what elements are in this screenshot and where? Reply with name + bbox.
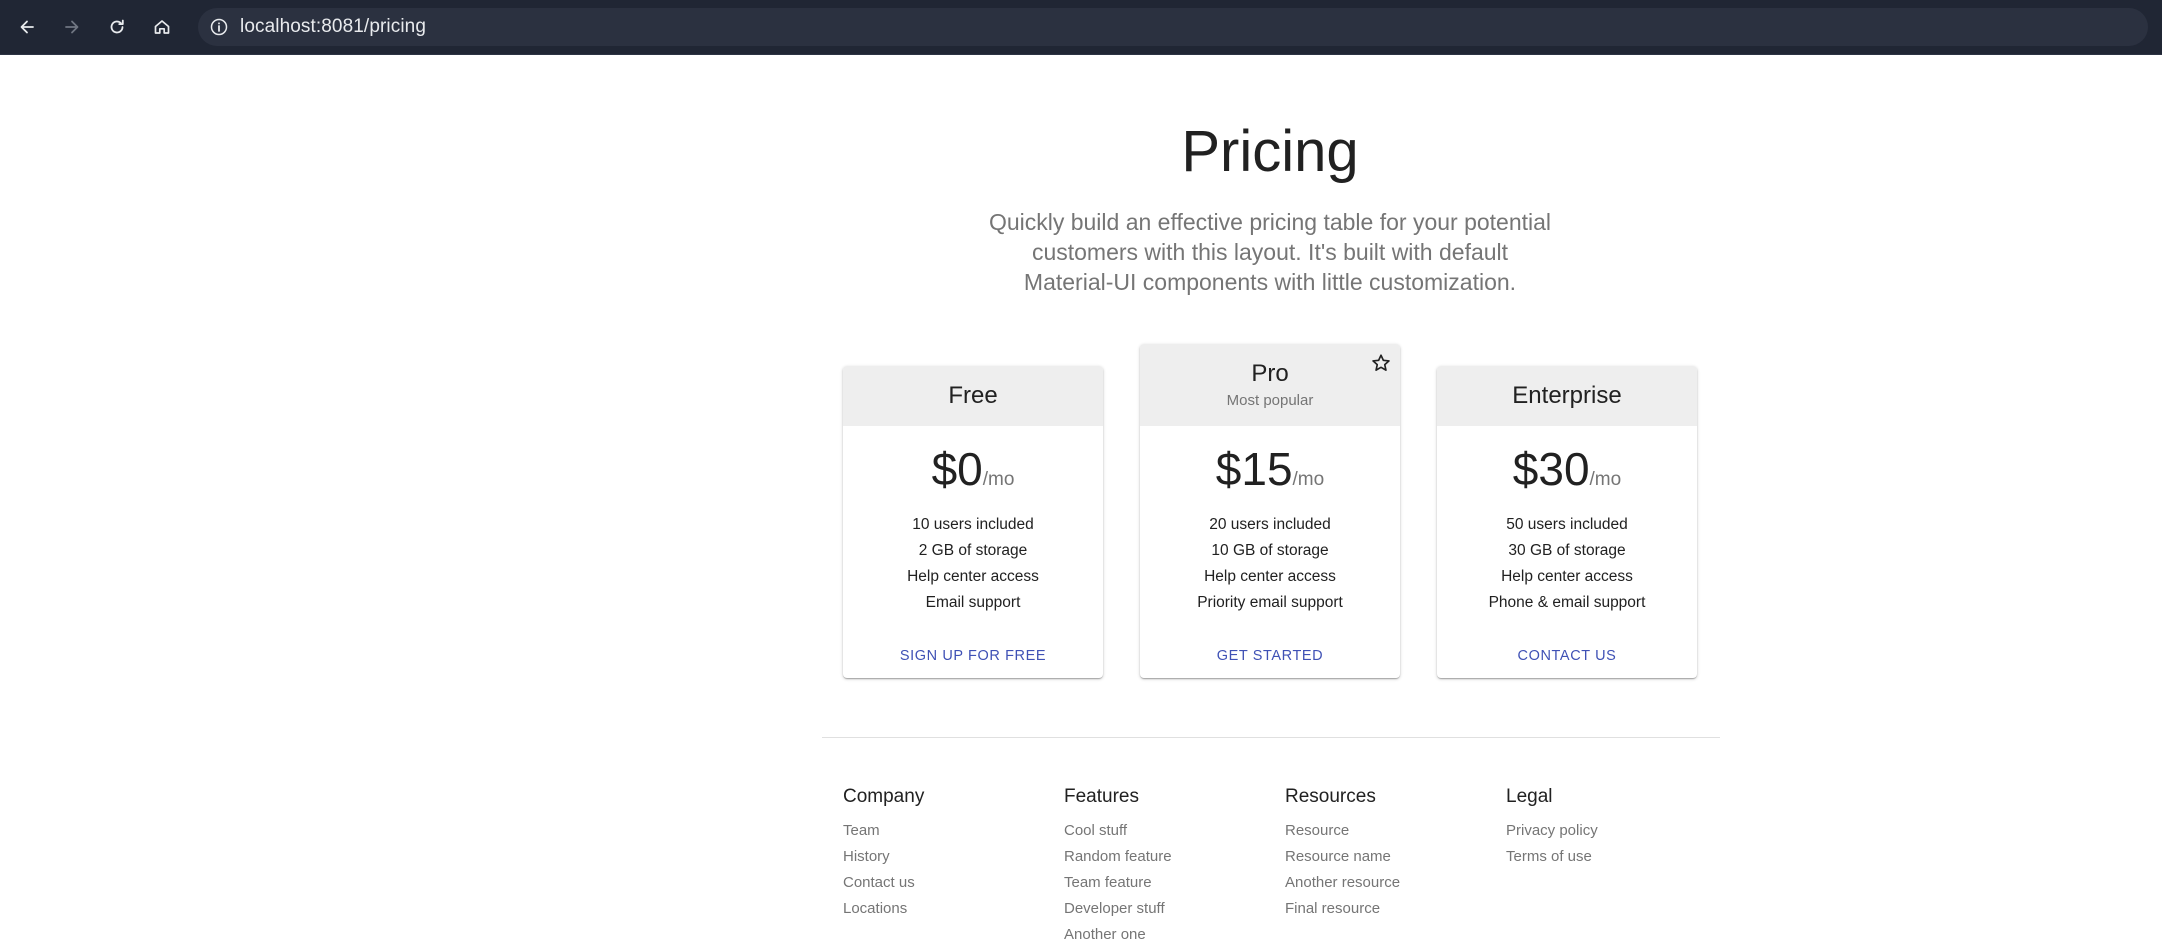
arrow-left-icon bbox=[20, 20, 34, 34]
feature-item: Help center access bbox=[907, 568, 1039, 585]
card-price: $15/mo bbox=[1140, 442, 1400, 496]
home-button[interactable] bbox=[144, 9, 180, 45]
card-title: Enterprise bbox=[1512, 382, 1622, 409]
footer-link[interactable]: Another resource bbox=[1285, 870, 1485, 896]
footer-column-resources: Resources Resource Resource name Another… bbox=[1285, 786, 1485, 922]
footer-column-legal: Legal Privacy policy Terms of use bbox=[1506, 786, 1706, 870]
footer-heading: Legal bbox=[1506, 786, 1553, 807]
star-icon bbox=[1372, 354, 1390, 371]
footer-link[interactable]: Privacy policy bbox=[1506, 818, 1706, 844]
footer-link[interactable]: Terms of use bbox=[1506, 844, 1706, 870]
sign-up-button[interactable]: SIGN UP FOR FREE bbox=[843, 638, 1103, 674]
feature-list: 20 users included 10 GB of storage Help … bbox=[1140, 512, 1400, 616]
pricing-card-pro: Pro Most popular $15/mo 20 users include… bbox=[1140, 344, 1400, 678]
card-price: $0/mo bbox=[843, 442, 1103, 496]
feature-item: 2 GB of storage bbox=[918, 542, 1028, 559]
forward-button[interactable] bbox=[54, 9, 90, 45]
pricing-card-enterprise: Enterprise $30/mo 50 users included 30 G… bbox=[1437, 366, 1697, 678]
price-amount: $30 bbox=[1512, 443, 1590, 495]
card-subtitle: Most popular bbox=[1226, 392, 1314, 409]
price-period: /mo bbox=[982, 469, 1015, 490]
feature-item: 30 GB of storage bbox=[1508, 542, 1626, 559]
card-header: Enterprise bbox=[1437, 366, 1697, 426]
home-icon bbox=[154, 20, 170, 34]
feature-item: 20 users included bbox=[1209, 516, 1331, 533]
card-title: Pro bbox=[1251, 360, 1289, 387]
browser-toolbar: localhost:8081/pricing bbox=[0, 0, 2162, 55]
feature-item: Email support bbox=[925, 594, 1021, 611]
footer-link[interactable]: Locations bbox=[843, 896, 1043, 922]
footer-link[interactable]: Random feature bbox=[1064, 844, 1264, 870]
price-amount: $15 bbox=[1215, 443, 1293, 495]
feature-list: 50 users included 30 GB of storage Help … bbox=[1437, 512, 1697, 616]
price-period: /mo bbox=[1589, 469, 1622, 490]
price-amount: $0 bbox=[931, 443, 983, 495]
footer-heading: Company bbox=[843, 786, 925, 807]
footer-heading: Features bbox=[1064, 786, 1139, 807]
feature-item: Phone & email support bbox=[1488, 594, 1646, 611]
page-subtitle: Quickly build an effective pricing table… bbox=[988, 209, 1552, 295]
card-header: Pro Most popular bbox=[1140, 344, 1400, 426]
page-title: Pricing bbox=[1181, 119, 1359, 184]
price-period: /mo bbox=[1292, 469, 1325, 490]
footer-link[interactable]: Contact us bbox=[843, 870, 1043, 896]
feature-item: Help center access bbox=[1501, 568, 1633, 585]
card-title: Free bbox=[948, 382, 998, 409]
feature-item: Priority email support bbox=[1197, 594, 1343, 611]
contact-us-button[interactable]: CONTACT US bbox=[1437, 638, 1697, 674]
footer-link[interactable]: Team bbox=[843, 818, 1043, 844]
footer-link[interactable]: Another one bbox=[1064, 922, 1264, 948]
address-bar[interactable]: localhost:8081/pricing bbox=[198, 8, 2148, 46]
footer-link[interactable]: Team feature bbox=[1064, 870, 1264, 896]
footer-link[interactable]: Resource name bbox=[1285, 844, 1485, 870]
footer-link[interactable]: Cool stuff bbox=[1064, 818, 1264, 844]
url-text: localhost:8081/pricing bbox=[240, 16, 426, 37]
pricing-card-free: Free $0/mo 10 users included 2 GB of sto… bbox=[843, 366, 1103, 678]
feature-list: 10 users included 2 GB of storage Help c… bbox=[843, 512, 1103, 616]
reload-button[interactable] bbox=[99, 9, 135, 45]
card-header: Free bbox=[843, 366, 1103, 426]
feature-item: 50 users included bbox=[1506, 516, 1628, 533]
footer-column-features: Features Cool stuff Random feature Team … bbox=[1064, 786, 1264, 948]
footer-divider bbox=[822, 737, 1720, 738]
footer-heading: Resources bbox=[1285, 786, 1376, 807]
footer-column-company: Company Team History Contact us Location… bbox=[843, 786, 1043, 922]
reload-icon bbox=[110, 19, 124, 34]
get-started-button[interactable]: GET STARTED bbox=[1140, 638, 1400, 674]
footer-link[interactable]: Resource bbox=[1285, 818, 1485, 844]
back-button[interactable] bbox=[9, 9, 45, 45]
feature-item: 10 GB of storage bbox=[1211, 542, 1329, 559]
arrow-right-icon bbox=[65, 20, 79, 34]
footer-link[interactable]: Developer stuff bbox=[1064, 896, 1264, 922]
feature-item: Help center access bbox=[1204, 568, 1336, 585]
feature-item: 10 users included bbox=[912, 516, 1034, 533]
footer-link[interactable]: Final resource bbox=[1285, 896, 1485, 922]
card-price: $30/mo bbox=[1437, 442, 1697, 496]
footer-link[interactable]: History bbox=[843, 844, 1043, 870]
info-icon[interactable] bbox=[208, 16, 230, 38]
